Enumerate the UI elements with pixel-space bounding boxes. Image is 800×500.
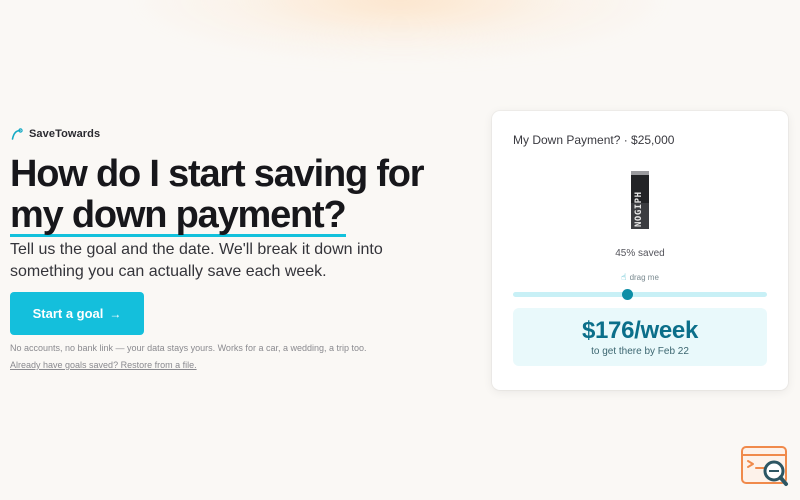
- privacy-note: No accounts, no bank link — your data st…: [10, 343, 367, 353]
- headline-line-2: my down payment?: [10, 194, 347, 237]
- brand-name: SaveTowards: [29, 128, 101, 140]
- jar-label: NOGIPH: [634, 191, 644, 227]
- headline-line-1: How do I start saving for: [10, 153, 425, 195]
- savings-slider[interactable]: [513, 289, 767, 300]
- page-title: How do I start saving for my down paymen…: [10, 154, 480, 237]
- restore-goals-link[interactable]: Already have goals saved? Restore from a…: [10, 360, 197, 370]
- start-goal-button[interactable]: Start a goal →: [10, 292, 144, 335]
- target-date: to get there by Feb 22: [591, 346, 689, 357]
- hand-drag-icon: ☝: [621, 272, 627, 282]
- goal-card: My Down Payment? · $25,000 NOGIPH 45% sa…: [492, 111, 788, 390]
- trend-curve-icon: [11, 128, 23, 140]
- weekly-amount: $176/week: [581, 317, 699, 344]
- arrow-right-icon: →: [109, 306, 122, 321]
- drag-hint-label: drag me: [629, 273, 659, 282]
- weekly-result: $176/week to get there by Feb 22: [513, 308, 767, 366]
- background-glow: [140, 0, 660, 60]
- drag-hint: ☝ drag me: [492, 272, 788, 283]
- hero-subtitle: Tell us the goal and the date. We'll bre…: [10, 241, 383, 280]
- savings-jar-icon: NOGIPH: [631, 171, 649, 229]
- start-goal-label: Start a goal: [32, 306, 104, 321]
- saved-percentage: 45% saved: [615, 248, 665, 259]
- jar-cap: [631, 171, 649, 175]
- goal-title: My Down Payment? · $25,000: [513, 133, 675, 147]
- brand[interactable]: SaveTowards: [11, 128, 100, 140]
- slider-handle[interactable]: [621, 289, 633, 300]
- search-code-icon[interactable]: [741, 446, 789, 488]
